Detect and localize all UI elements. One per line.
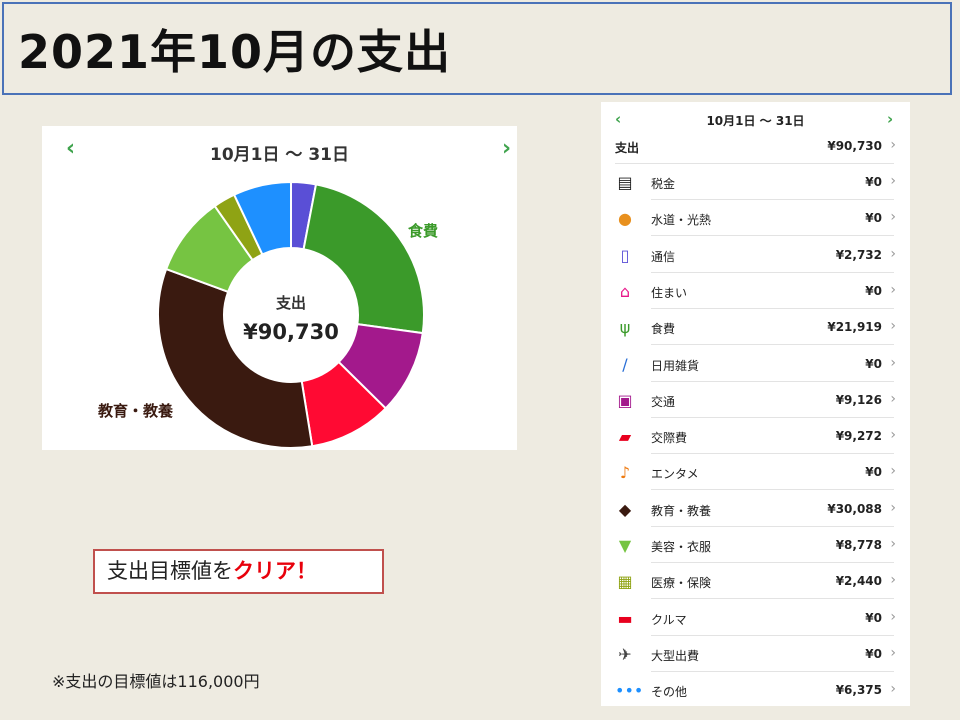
category-amount: ¥0 [865,356,882,371]
music-note-icon: ♪ [619,463,631,483]
hospital-icon: ▦ [617,572,633,592]
graduation-cap-icon: ◆ [618,499,632,519]
category-name: 交際費 [651,431,688,446]
page-title: 2021年10月の支出 [18,25,452,79]
category-name: 住まい [651,285,688,300]
chart-card: ‹ › 10月1日 〜 31日 支出 ¥90,730 食費 教育・教養 [42,126,517,450]
list-item[interactable]: ψ 食費 ¥21,919 › [601,309,910,346]
goal-box: 支出目標値をクリア！ [93,549,384,594]
category-amount: ¥0 [865,283,882,298]
list-item[interactable]: ••• その他 ¥6,375 › [601,672,910,708]
category-amount: ¥21,919 [827,320,882,335]
car-icon: ▬ [617,608,633,628]
category-amount: ¥9,126 [835,392,882,407]
toothbrush-icon: / [622,354,628,374]
chevron-right-icon: › [890,463,896,480]
category-name: 美容・衣服 [651,540,712,554]
category-amount: ¥0 [865,211,882,226]
expense-list-panel: ‹ 10月1日 〜 31日 › 支出 ¥90,730 › ▤ 税金 ¥0 › ● 水道・光… [601,102,910,706]
slice-label-food: 食費 [408,222,439,240]
list-item[interactable]: ▦ 医療・保険 ¥2,440 › [601,563,910,600]
category-amount: ¥30,088 [827,501,882,516]
category-name: 医療・保険 [651,576,712,591]
chevron-right-icon: › [890,536,896,552]
list-item[interactable]: / 日用雑貨 ¥0 › [601,346,910,382]
shirt-icon: ▼ [618,536,632,555]
chevron-right-icon: › [890,390,896,407]
category-name: クルマ [651,612,687,627]
goal-emphasis: クリア！ [233,559,317,583]
category-amount: ¥0 [865,646,882,661]
total-row[interactable]: 支出 ¥90,730 › [601,128,910,164]
slice-label-education: 教育・教養 [98,402,174,420]
list-item[interactable]: ♪ エンタメ ¥0 › [601,454,910,491]
list-item[interactable]: ● 水道・光熱 ¥0 › [601,200,910,237]
lightbulb-icon: ● [618,209,632,229]
title-box: 2021年10月の支出 [2,2,952,95]
category-amount: ¥0 [865,175,882,189]
chevron-right-icon: › [890,209,896,226]
total-label: 支出 [615,141,640,155]
category-amount: ¥6,375 [835,683,882,698]
chevron-right-icon: › [890,354,896,371]
chevron-right-icon: › [890,137,896,153]
list-item[interactable]: ✈ 大型出費 ¥0 › [601,636,910,672]
list-next-arrow-icon[interactable]: › [887,110,893,128]
category-name: 食費 [651,322,676,337]
receipt-icon: ▤ [617,173,633,192]
category-name: 教育・教養 [651,503,712,518]
train-icon: ▣ [617,390,633,410]
chart-date-range: 10月1日 〜 31日 [210,145,349,165]
chevron-right-icon: › [890,572,896,589]
chart-center-label: 支出 [275,294,306,312]
list-item[interactable]: ▼ 美容・衣服 ¥8,778 › [601,527,910,563]
goal-text: 支出目標値を [107,559,233,583]
category-name: 通信 [651,249,676,264]
fork-knife-icon: ψ [619,318,631,338]
chevron-right-icon: › [890,427,896,444]
more-dots-icon: ••• [615,681,644,701]
chevron-right-icon: › [890,281,896,298]
total-amount: ¥90,730 [827,139,882,153]
chevron-right-icon: › [890,608,896,625]
list-item[interactable]: ▬ クルマ ¥0 › [601,600,910,636]
list-date-range: 10月1日 〜 31日 [706,114,805,128]
chevron-right-icon: › [890,318,896,335]
category-name: 日用雑貨 [651,358,700,373]
category-name: 交通 [651,394,676,409]
chat-icon: ▰ [618,427,632,447]
house-icon: ⌂ [619,281,631,301]
list-item[interactable]: ◆ 教育・教養 ¥30,088 › [601,491,910,527]
chart-center-value: ¥90,730 [243,320,339,344]
category-amount: ¥8,778 [835,538,882,552]
category-amount: ¥0 [865,610,882,625]
list-item[interactable]: ▰ 交際費 ¥9,272 › [601,418,910,455]
category-amount: ¥0 [865,465,882,480]
category-name: 大型出費 [651,648,700,663]
phone-icon: ▯ [620,245,630,265]
list-item[interactable]: ▯ 通信 ¥2,732 › [601,237,910,273]
category-name: エンタメ [651,467,699,482]
goal-note: ※支出の目標値は116,000円 [52,672,260,691]
chevron-right-icon: › [890,644,896,661]
list-item[interactable]: ▤ 税金 ¥0 › [601,164,910,200]
chevron-right-icon: › [890,499,896,516]
chevron-right-icon: › [890,173,896,189]
category-name: 水道・光熱 [651,213,712,228]
category-name: 税金 [651,177,676,191]
chevron-right-icon: › [890,681,896,698]
chevron-right-icon: › [890,245,896,262]
list-item[interactable]: ⌂ 住まい ¥0 › [601,273,910,309]
category-amount: ¥2,732 [835,247,882,262]
category-name: その他 [651,685,688,700]
airplane-icon: ✈ [618,644,632,664]
category-amount: ¥2,440 [835,574,882,589]
category-amount: ¥9,272 [835,429,882,444]
list-item[interactable]: ▣ 交通 ¥9,126 › [601,382,910,418]
